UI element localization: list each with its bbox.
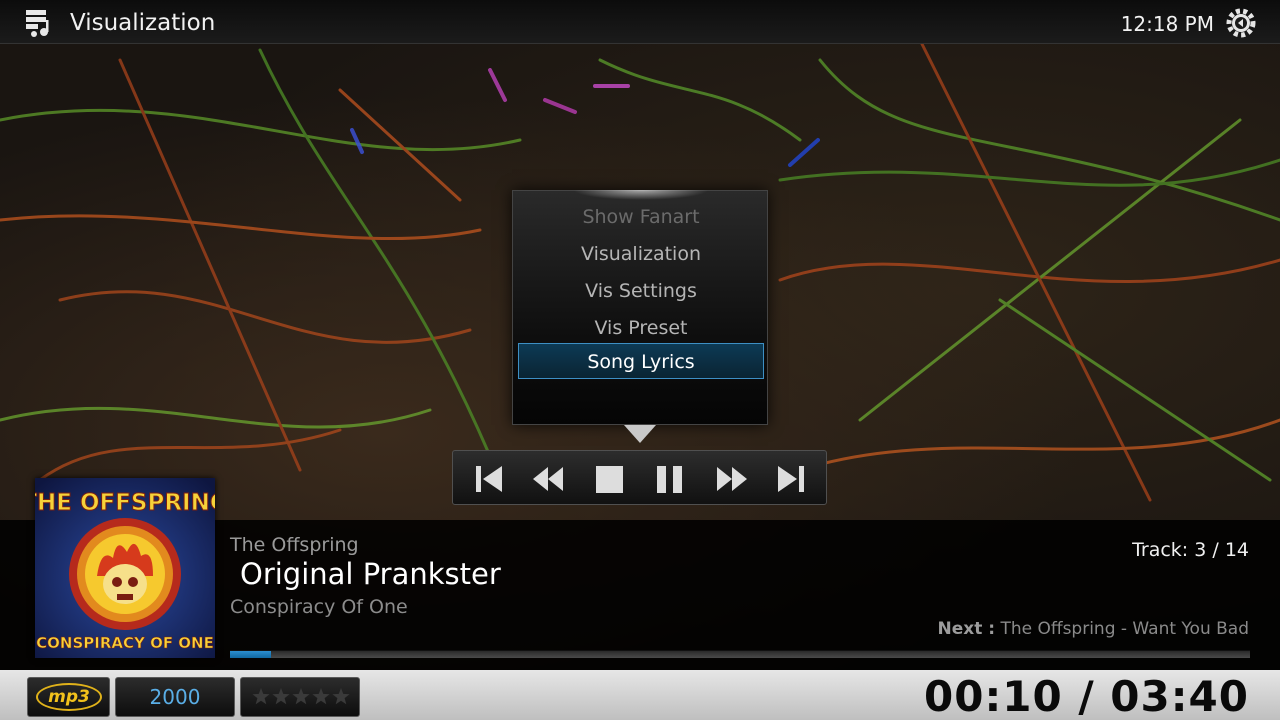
star-icon xyxy=(252,688,270,705)
menu-item-show-fanart[interactable]: Show Fanart xyxy=(518,199,764,235)
rewind-icon[interactable] xyxy=(530,461,566,497)
cover-album-name: CONSPIRACY OF ONE xyxy=(36,634,214,652)
time-display: 00:10 / 03:40 xyxy=(924,672,1249,720)
menu-item-visualization[interactable]: Visualization xyxy=(518,236,764,272)
album-name: Conspiracy Of One xyxy=(230,596,408,618)
star-rating xyxy=(252,688,350,705)
menu-item-vis-preset[interactable]: Vis Preset xyxy=(518,310,764,346)
next-track-title: The Offspring - Want You Bad xyxy=(1000,619,1249,639)
top-bar: Visualization 12:18 PM xyxy=(0,0,1280,44)
artist-name: The Offspring xyxy=(230,534,359,556)
skip-forward-icon[interactable] xyxy=(773,461,809,497)
song-title: Original Prankster xyxy=(240,557,501,591)
menu-pointer-arrow xyxy=(624,425,656,443)
album-cover: THE OFFSPRING CONSPIRACY OF ONE xyxy=(35,478,215,658)
year-chip: 2000 xyxy=(115,677,235,717)
menu-item-vis-settings[interactable]: Vis Settings xyxy=(518,273,764,309)
context-menu: Show Fanart Visualization Vis Settings V… xyxy=(512,190,768,425)
page-title: Visualization xyxy=(70,10,216,36)
star-icon xyxy=(292,688,310,705)
transport-controls xyxy=(452,450,827,505)
menu-item-song-lyrics[interactable]: Song Lyrics xyxy=(518,343,764,379)
next-label: Next : xyxy=(937,619,996,639)
codec-badge: mp3 xyxy=(36,683,102,711)
star-icon xyxy=(272,688,290,705)
track-number: Track: 3 / 14 xyxy=(1132,539,1249,561)
rating-chip xyxy=(240,677,360,717)
year-value: 2000 xyxy=(149,685,201,709)
pause-icon[interactable] xyxy=(652,461,688,497)
skip-back-icon[interactable] xyxy=(471,461,507,497)
gear-icon[interactable] xyxy=(1224,6,1258,40)
clock: 12:18 PM xyxy=(1120,12,1214,36)
stop-icon[interactable] xyxy=(591,461,627,497)
cover-band-name: THE OFFSPRING xyxy=(35,490,215,516)
star-icon xyxy=(332,688,350,705)
codec-chip: mp3 xyxy=(27,677,110,717)
fast-forward-icon[interactable] xyxy=(714,461,750,497)
star-icon xyxy=(312,688,330,705)
progress-bar[interactable] xyxy=(230,650,1250,658)
progress-fill xyxy=(230,651,271,658)
next-track-info: Next : The Offspring - Want You Bad xyxy=(937,619,1249,639)
music-notes-icon xyxy=(26,10,49,37)
